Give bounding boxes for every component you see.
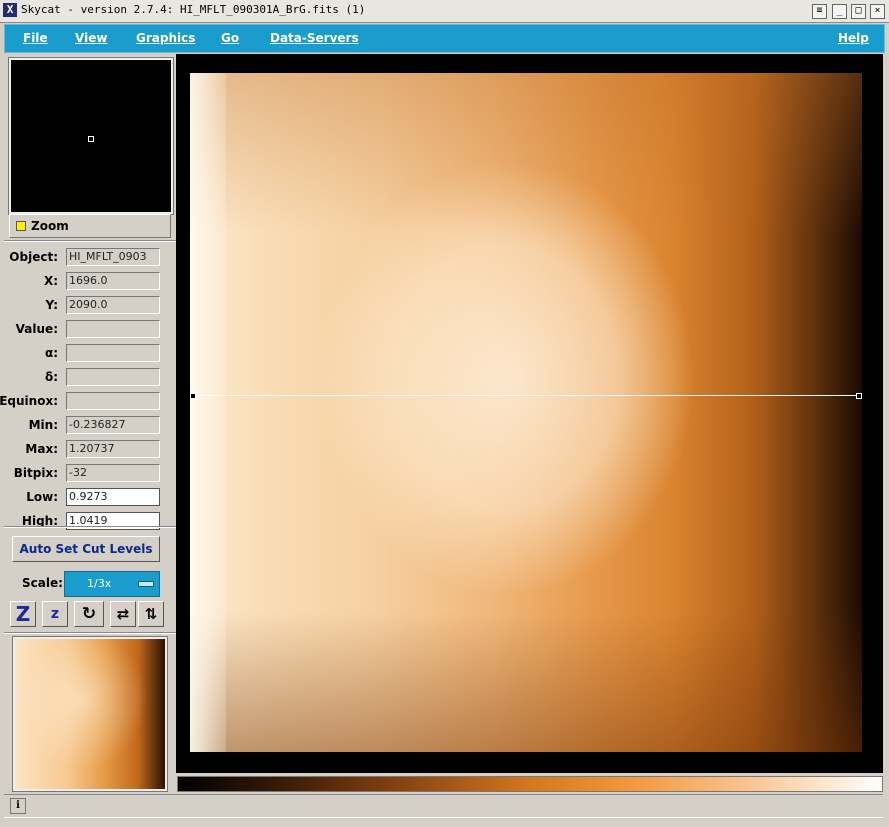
info-label-bitpix: Bitpix: xyxy=(13,466,58,480)
info-row-value: Value: xyxy=(4,320,176,340)
info-row-low: Low: 0.9273 xyxy=(4,488,176,508)
scale-menu[interactable]: 1/3x xyxy=(64,571,160,597)
flip-x-button[interactable]: ⇄ xyxy=(110,601,136,627)
cut-line[interactable] xyxy=(192,395,859,396)
info-field-x: 1696.0 xyxy=(66,272,160,290)
info-label-delta: δ: xyxy=(44,370,58,384)
flip-y-icon: ⇅ xyxy=(144,605,158,623)
zoom-in-button[interactable]: Z xyxy=(10,601,36,627)
menu-go[interactable]: Go xyxy=(221,31,239,45)
info-label-equinox: Equinox: xyxy=(0,394,58,408)
auto-set-cut-levels-button[interactable]: Auto Set Cut Levels xyxy=(12,536,160,562)
info-field-delta xyxy=(66,368,160,386)
zoom-out-icon: z xyxy=(50,606,60,622)
flip-x-icon: ⇄ xyxy=(116,605,130,623)
window-menu-button[interactable]: ≡ xyxy=(812,4,827,19)
image-shading xyxy=(190,612,862,752)
flip-y-button[interactable]: ⇅ xyxy=(138,601,164,627)
info-label-min: Min: xyxy=(28,418,58,432)
info-field-value xyxy=(66,320,160,338)
menu-view[interactable]: View xyxy=(75,31,107,45)
divider xyxy=(4,526,176,528)
info-label-y: Y: xyxy=(45,298,58,312)
info-label-max: Max: xyxy=(25,442,58,456)
info-row-equinox: Equinox: xyxy=(0,392,176,412)
info-field-y: 2090.0 xyxy=(66,296,160,314)
image-shading xyxy=(190,73,862,233)
info-field-max: 1.20737 xyxy=(66,440,160,458)
minimize-button[interactable]: _ xyxy=(832,4,847,19)
option-menu-indicator-icon xyxy=(138,581,154,587)
close-button[interactable]: × xyxy=(870,4,885,19)
fits-image[interactable] xyxy=(190,73,862,752)
zoom-in-icon: Z xyxy=(15,602,31,626)
menu-data-servers[interactable]: Data-Servers xyxy=(270,31,359,45)
info-row-alpha: α: xyxy=(4,344,176,364)
info-label-x: X: xyxy=(43,274,58,288)
info-row-object: Object: HI_MFLT_0903 xyxy=(4,248,176,268)
cut-line-start-handle[interactable] xyxy=(190,393,196,399)
pan-marker[interactable] xyxy=(88,136,94,142)
menu-file[interactable]: File xyxy=(23,31,48,45)
divider xyxy=(4,240,176,242)
info-label-alpha: α: xyxy=(44,346,58,360)
pan-window[interactable] xyxy=(8,57,174,215)
rotate-icon: ↻ xyxy=(81,604,97,624)
status-bar: i xyxy=(4,794,883,818)
maximize-button[interactable]: □ xyxy=(851,4,866,19)
info-row-high: High: 1.0419 xyxy=(4,512,176,532)
window-titlebar: X Skycat - version 2.7.4: HI_MFLT_090301… xyxy=(0,0,889,23)
info-row-min: Min: -0.236827 xyxy=(4,416,176,436)
app-icon[interactable]: X xyxy=(3,3,17,17)
info-field-min: -0.236827 xyxy=(66,416,160,434)
info-field-object: HI_MFLT_0903 xyxy=(66,248,160,266)
info-label-object: Object: xyxy=(9,250,58,264)
control-panel: Zoom Object: HI_MFLT_0903 X: 1696.0 Y: 2090.0… xyxy=(0,54,176,792)
menu-graphics[interactable]: Graphics xyxy=(136,31,195,45)
info-icon: i xyxy=(10,798,26,814)
info-field-bitpix: -32 xyxy=(66,464,160,482)
image-thumbnail[interactable] xyxy=(12,636,168,792)
image-canvas[interactable] xyxy=(176,54,883,773)
info-row-y: Y: 2090.0 xyxy=(4,296,176,316)
info-row-max: Max: 1.20737 xyxy=(4,440,176,460)
zoom-toggle[interactable]: Zoom xyxy=(9,214,171,238)
zoom-label: Zoom xyxy=(31,219,69,233)
scale-label: Scale: xyxy=(22,576,63,590)
info-label-low: Low: xyxy=(26,490,58,504)
info-row-x: X: 1696.0 xyxy=(4,272,176,292)
menubar: File View Graphics Go Data-Servers Help xyxy=(4,24,885,53)
rotate-button[interactable]: ↻ xyxy=(74,601,104,627)
zoom-checkbox-icon[interactable] xyxy=(16,221,26,231)
window-title: Skycat - version 2.7.4: HI_MFLT_090301A_… xyxy=(21,3,366,16)
divider xyxy=(4,632,176,634)
info-label-value: Value: xyxy=(15,322,58,336)
info-row-delta: δ: xyxy=(4,368,176,388)
info-field-alpha xyxy=(66,344,160,362)
info-field-low[interactable]: 0.9273 xyxy=(66,488,160,506)
info-field-equinox xyxy=(66,392,160,410)
colorbar[interactable] xyxy=(177,776,883,792)
info-row-bitpix: Bitpix: -32 xyxy=(4,464,176,484)
scale-value: 1/3x xyxy=(87,577,112,590)
image-shading xyxy=(190,73,226,752)
menu-help[interactable]: Help xyxy=(838,31,869,45)
cut-line-end-handle[interactable] xyxy=(856,393,862,399)
zoom-out-button[interactable]: z xyxy=(42,601,68,627)
